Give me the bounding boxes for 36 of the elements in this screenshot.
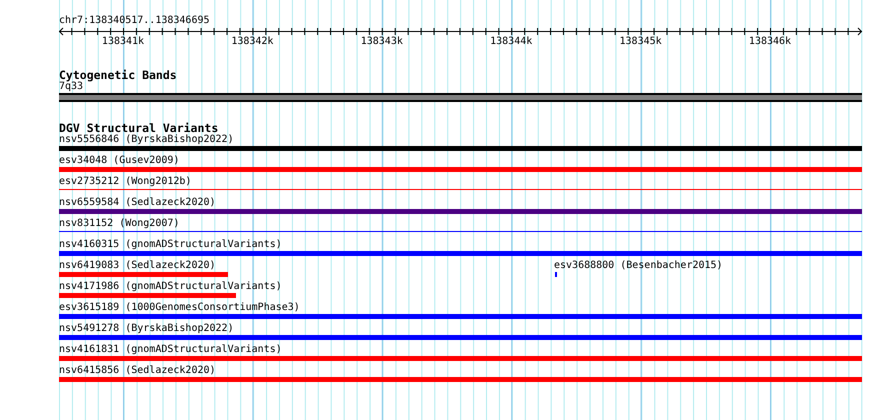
variant-label[interactable]: nsv5556846 (ByrskaBishop2022) [59, 134, 234, 146]
variant-bar[interactable] [59, 251, 862, 256]
tick-label: 138344k [490, 36, 532, 48]
variant-bar[interactable] [59, 356, 862, 361]
variant-label[interactable]: nsv6415856 (Sedlazeck2020) [59, 365, 216, 377]
band-label: 7q33 [59, 81, 84, 93]
variant-label[interactable]: nsv4171986 (gnomADStructuralVariants) [59, 281, 282, 293]
variant-label[interactable]: nsv6419083 (Sedlazeck2020) [59, 260, 216, 272]
track-title: Cytogenetic Bands [59, 69, 177, 81]
variant-line[interactable] [59, 231, 862, 232]
variant-bar[interactable] [59, 146, 862, 151]
tick-label: 138346k [748, 36, 792, 48]
variant-bar[interactable] [59, 167, 862, 172]
variant-label[interactable]: esv3688800 (Besenbacher2015) [554, 260, 723, 272]
variant-bar[interactable] [59, 314, 862, 319]
tick-label: 138341k [102, 36, 144, 48]
variant-label[interactable]: nsv6559584 (Sedlazeck2020) [59, 197, 216, 209]
variant-label[interactable]: esv3615189 (1000GenomesConsortiumPhase3) [59, 302, 300, 314]
tick-label: 138343k [360, 36, 403, 48]
variant-label[interactable]: nsv5491278 (ByrskaBishop2022) [59, 323, 234, 335]
track-title: DGV Structural Variants [59, 122, 218, 134]
variant-label[interactable]: esv34048 (Gusev2009) [59, 155, 180, 167]
variant-bar[interactable] [59, 335, 862, 340]
variant-label[interactable]: nsv4160315 (gnomADStructuralVariants) [59, 239, 282, 251]
location-label: chr7:138340517..138346695 [59, 14, 210, 27]
variant-bar[interactable] [59, 209, 862, 214]
variant-label[interactable]: nsv4161831 (gnomADStructuralVariants) [59, 344, 282, 356]
variant-mark[interactable] [555, 272, 557, 277]
variant-bar[interactable] [59, 377, 862, 382]
variant-bar[interactable] [59, 272, 228, 277]
tick-label: 138345k [620, 36, 662, 48]
variant-line[interactable] [59, 189, 862, 190]
variant-label[interactable]: esv2735212 (Wong2012b) [59, 176, 192, 188]
tick-label: 138342k [231, 36, 274, 48]
variant-label[interactable]: nsv831152 (Wong2007) [59, 218, 180, 230]
variant-bar[interactable] [59, 293, 236, 298]
